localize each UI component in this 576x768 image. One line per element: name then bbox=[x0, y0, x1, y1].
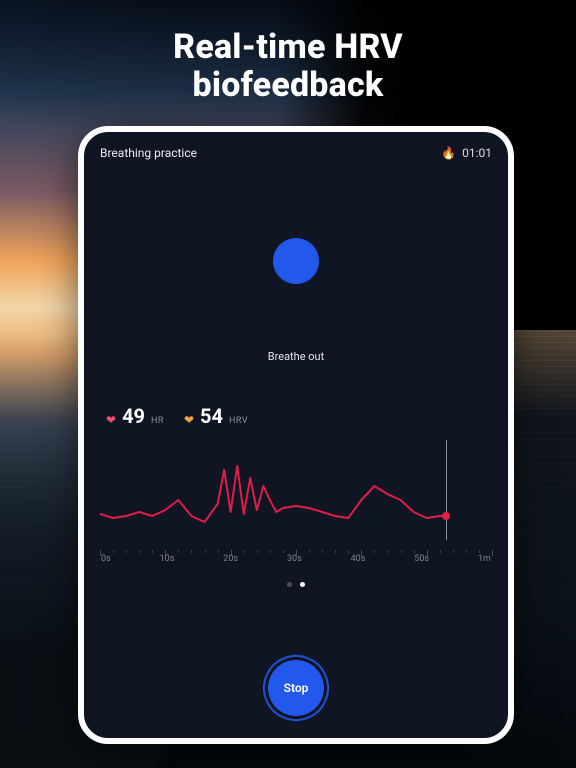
page-dot-1[interactable] bbox=[287, 582, 292, 587]
headline-line-2: biofeedback bbox=[193, 65, 384, 105]
top-bar: Breathing practice 🔥 01:01 bbox=[100, 146, 492, 160]
hr-value: 49 bbox=[122, 404, 145, 428]
axis-tick bbox=[218, 550, 219, 553]
axis-tick bbox=[270, 550, 271, 553]
axis-label: 1m bbox=[478, 554, 491, 564]
marketing-headline: Real-time HRV biofeedback bbox=[0, 28, 576, 104]
hrv-value: 54 bbox=[200, 404, 223, 428]
axis-tick bbox=[387, 550, 388, 553]
hrv-label: HRV bbox=[229, 416, 248, 426]
breath-pacer: Breathe out bbox=[100, 178, 492, 388]
axis-tick bbox=[191, 550, 192, 553]
stop-button[interactable]: Stop bbox=[268, 660, 324, 716]
axis-tick bbox=[244, 550, 245, 553]
axis-tick bbox=[283, 550, 284, 553]
axis-tick bbox=[139, 550, 140, 553]
axis-label: 10s bbox=[160, 554, 175, 564]
axis-tick bbox=[126, 550, 127, 553]
axis-tick bbox=[322, 550, 323, 553]
heart-icon: ❤ bbox=[106, 413, 116, 427]
session-timer: 🔥 01:01 bbox=[441, 146, 492, 160]
flame-icon: 🔥 bbox=[441, 146, 456, 160]
axis-tick bbox=[257, 550, 258, 553]
axis-tick bbox=[348, 550, 349, 553]
metric-hrv: ❤ 54 HRV bbox=[184, 404, 248, 428]
tablet-frame: Breathing practice 🔥 01:01 Breathe out ❤… bbox=[78, 126, 514, 744]
axis-tick bbox=[492, 550, 493, 556]
axis-tick bbox=[401, 550, 402, 553]
hr-chart: 0s 10s 20s 30s 40s 50s 1m bbox=[100, 434, 492, 564]
axis-tick bbox=[479, 550, 480, 553]
axis-label: 30s bbox=[287, 554, 302, 564]
page-indicator[interactable] bbox=[100, 582, 492, 587]
axis-tick bbox=[414, 550, 415, 553]
hrv-heart-icon: ❤ bbox=[184, 413, 194, 427]
axis-label: 50s bbox=[414, 554, 429, 564]
page-dot-2[interactable] bbox=[300, 582, 305, 587]
chart-x-axis: 0s 10s 20s 30s 40s 50s 1m bbox=[100, 542, 492, 564]
axis-label: 40s bbox=[351, 554, 366, 564]
timer-value: 01:01 bbox=[462, 146, 492, 160]
screen-title: Breathing practice bbox=[100, 146, 197, 160]
axis-label: 20s bbox=[223, 554, 238, 564]
axis-tick bbox=[453, 550, 454, 553]
axis-tick bbox=[440, 550, 441, 553]
headline-line-1: Real-time HRV bbox=[173, 27, 403, 67]
breath-instruction: Breathe out bbox=[100, 350, 492, 363]
metrics-row: ❤ 49 HR ❤ 54 HRV bbox=[106, 404, 492, 428]
breath-circle-icon bbox=[273, 238, 319, 284]
axis-tick bbox=[205, 550, 206, 553]
axis-tick bbox=[178, 550, 179, 553]
axis-tick bbox=[113, 550, 114, 553]
axis-tick bbox=[466, 550, 467, 553]
axis-tick bbox=[335, 550, 336, 553]
chart-cursor-line bbox=[446, 440, 447, 540]
axis-tick bbox=[309, 550, 310, 553]
app-screen: Breathing practice 🔥 01:01 Breathe out ❤… bbox=[84, 132, 508, 738]
axis-label: 0s bbox=[101, 554, 111, 564]
hr-label: HR bbox=[151, 416, 164, 426]
axis-tick bbox=[374, 550, 375, 553]
axis-tick bbox=[152, 550, 153, 553]
metric-hr: ❤ 49 HR bbox=[106, 404, 164, 428]
progress-ring-icon bbox=[252, 644, 340, 732]
